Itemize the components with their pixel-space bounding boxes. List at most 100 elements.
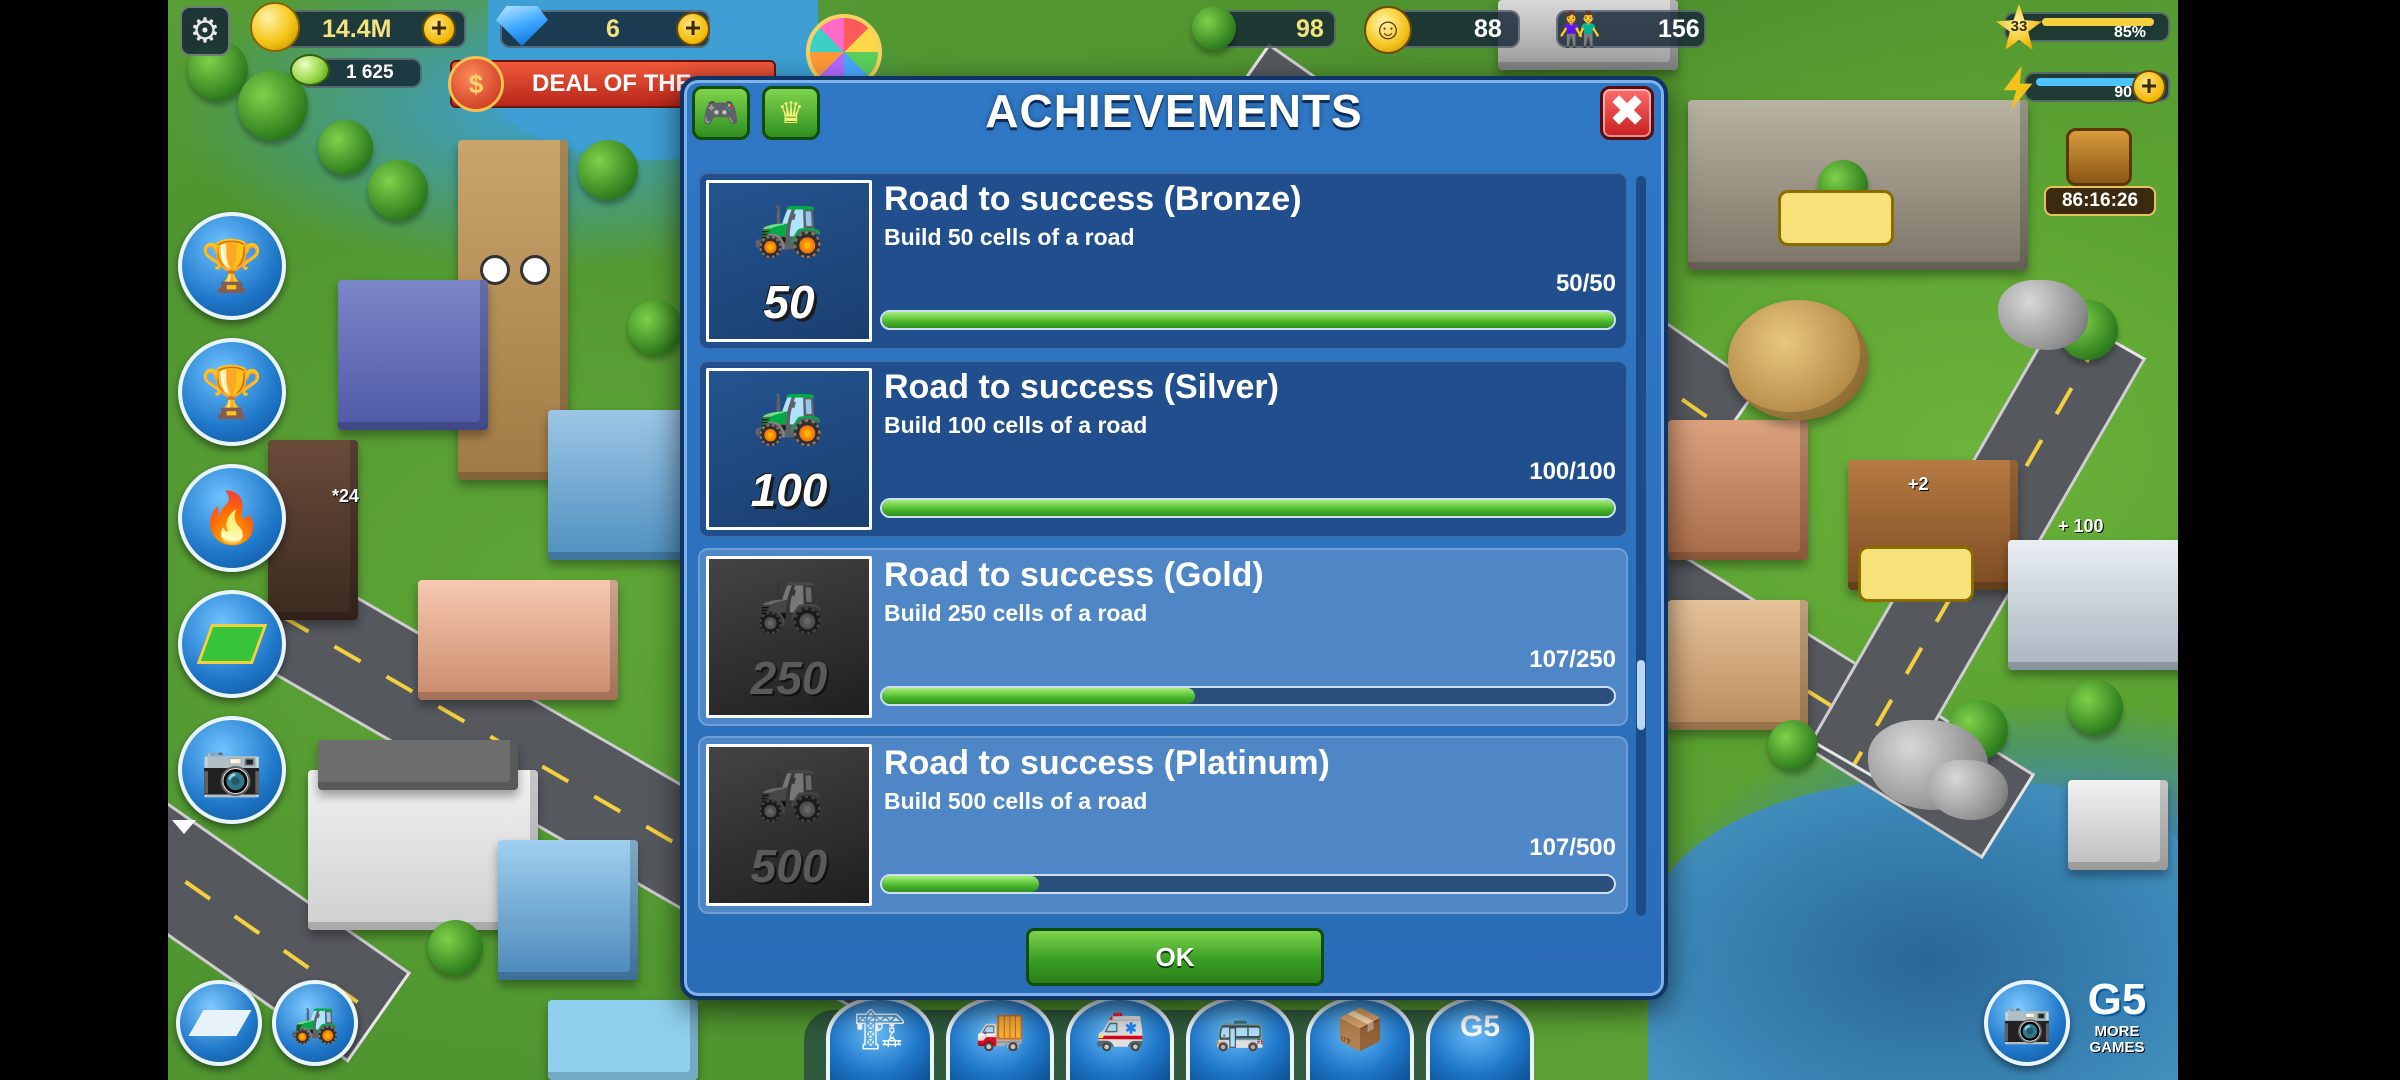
ambulance-icon: 🚑	[1095, 1008, 1145, 1052]
achievement-card: 🚜 250 Road to success (Gold) Build 250 cell…	[698, 548, 1628, 726]
badge-number: 500	[750, 840, 828, 892]
add-coins-button[interactable]: +	[422, 12, 456, 46]
collapse-arrow-icon[interactable]	[172, 820, 196, 834]
achievement-card: 🚜 50 Road to success (Bronze) Build 50 cell…	[698, 172, 1628, 350]
achievement-card: 🚜 500 Road to success (Platinum) Build 500 …	[698, 736, 1628, 914]
expand-arrows-icon	[196, 624, 268, 664]
house[interactable]	[1668, 420, 1808, 560]
fire-station-roof	[318, 740, 518, 790]
glass-office[interactable]	[498, 840, 638, 980]
floating-reward-label: +2	[1908, 474, 1929, 494]
happiness-value: 88	[1474, 14, 1502, 43]
achievement-progress-bar	[880, 874, 1616, 894]
expand-territory-button[interactable]	[178, 590, 286, 698]
achievement-progress-bar	[880, 498, 1616, 518]
truck-icon: 🚚	[975, 1008, 1025, 1052]
tree	[628, 300, 683, 355]
achievements-population-button[interactable]: 🏆	[178, 338, 286, 446]
gems-value: 6	[606, 14, 620, 43]
clock-face	[520, 255, 550, 285]
treasure-chest-icon[interactable]	[2066, 128, 2132, 186]
achievements-trees-button[interactable]: 🏆	[178, 212, 286, 320]
trophy-people-icon: 🏆	[200, 364, 264, 420]
level-progress-percent: 85%	[2113, 24, 2146, 41]
level-value: 33	[2010, 18, 2028, 35]
population-icon: 👫	[1558, 11, 1602, 49]
fire-shield-icon: 🔥	[200, 490, 264, 546]
more-games-label: MORE GAMES	[2089, 1023, 2145, 1056]
settings-button[interactable]: ⚙	[180, 6, 230, 56]
badge-number: 100	[750, 464, 828, 516]
camera-mode-button[interactable]: 📷	[178, 716, 286, 824]
close-button[interactable]: ✖	[1600, 86, 1654, 140]
g5-shop-button[interactable]: G5	[1426, 996, 1534, 1080]
bus-icon: 🚌	[1215, 1008, 1265, 1052]
build-bus-button[interactable]: 🚌	[1186, 996, 1294, 1080]
tree	[2068, 680, 2123, 735]
office-building[interactable]	[338, 280, 488, 430]
scrollbar[interactable]	[1636, 176, 1646, 916]
badge-number: 50	[763, 276, 815, 328]
ramp-badge-value: 24	[339, 486, 360, 506]
build-transport-button[interactable]: 🚚	[946, 996, 1054, 1080]
add-gems-button[interactable]: +	[676, 12, 710, 46]
fountain[interactable]	[548, 1000, 698, 1080]
achievement-title: Road to success (Platinum)	[884, 744, 1330, 782]
road-build-button[interactable]	[176, 980, 262, 1066]
box-icon: 📦	[1335, 1008, 1385, 1052]
build-industry-button[interactable]: 🏗	[826, 996, 934, 1080]
bonus-value: 1 625	[346, 62, 394, 83]
population-value: 156	[1658, 14, 1700, 43]
more-games-button[interactable]: G5 MORE GAMES	[2072, 976, 2162, 1066]
achievement-progress-count: 50/50	[1555, 270, 1616, 297]
bulldozer-icon: 🚜	[752, 382, 826, 447]
house[interactable]	[1668, 600, 1808, 730]
camera-icon: 📷	[200, 742, 264, 798]
ok-button[interactable]: OK	[1026, 928, 1324, 986]
delivery-bubble[interactable]	[1858, 546, 1974, 602]
achievement-title: Road to success (Silver)	[884, 368, 1279, 406]
achievement-title: Road to success (Gold)	[884, 556, 1264, 594]
coin-stack-icon	[250, 2, 300, 52]
bulldozer-badge-icon: 🚜 50	[706, 180, 872, 342]
tree-icon	[1192, 6, 1236, 50]
achievement-title: Road to success (Bronze)	[884, 180, 1302, 218]
achievement-description: Build 250 cells of a road	[884, 600, 1148, 626]
achievement-progress-count: 100/100	[1529, 458, 1616, 485]
deal-banner-label: DEAL OF THE	[532, 70, 692, 97]
smiley-icon: ☺	[1364, 6, 1412, 54]
add-energy-button[interactable]: +	[2132, 70, 2166, 104]
achievement-progress-bar	[880, 310, 1616, 330]
scrollbar-thumb[interactable]	[1637, 660, 1645, 730]
gear-icon: ⚙	[189, 12, 221, 50]
bulldozer-button[interactable]: 🚜	[272, 980, 358, 1066]
achievements-list[interactable]: 🚜 50 Road to success (Bronze) Build 50 cell…	[698, 172, 1628, 914]
ramp-badge: *24	[332, 486, 360, 506]
market-stalls[interactable]	[418, 580, 618, 700]
achievement-card: 🚜 100 Road to success (Silver) Build 100 ce…	[698, 360, 1628, 538]
bulldozer-icon: 🚜	[752, 194, 826, 259]
golden-statue[interactable]	[1728, 300, 1868, 420]
crane-icon: 🏗	[854, 1008, 906, 1052]
bulldozer-badge-icon: 🚜 100	[706, 368, 872, 530]
badge-number: 250	[750, 652, 828, 704]
pavilion[interactable]	[2068, 780, 2168, 870]
camera-icon: 📷	[2002, 1001, 2052, 1045]
achievement-progress-bar	[880, 686, 1616, 706]
achievement-description: Build 100 cells of a road	[884, 412, 1148, 438]
green-coin-icon	[290, 54, 330, 86]
water-plant[interactable]	[2008, 540, 2178, 670]
coins-value: 14.4M	[322, 14, 392, 43]
dialog-title: ACHIEVEMENTS	[985, 85, 1363, 137]
trophy-tree-icon: 🏆	[200, 238, 264, 294]
g5-cloud-icon: G5	[1459, 1010, 1501, 1043]
bulldozer-icon: 🚜	[752, 570, 826, 635]
fire-safety-button[interactable]: 🔥	[178, 464, 286, 572]
build-services-button[interactable]: 🚑	[1066, 996, 1174, 1080]
bulldozer-icon: 🚜	[752, 758, 826, 823]
screenshot-button[interactable]: 📷	[1984, 980, 2070, 1066]
achievements-dialog: 🎮 ♛ ACHIEVEMENTS ✖ 🚜 50 Road to success (B…	[680, 76, 1668, 1000]
delivery-bubble[interactable]	[1778, 190, 1894, 246]
bulldozer-badge-icon: 🚜 500	[706, 744, 872, 906]
build-storage-button[interactable]: 📦	[1306, 996, 1414, 1080]
